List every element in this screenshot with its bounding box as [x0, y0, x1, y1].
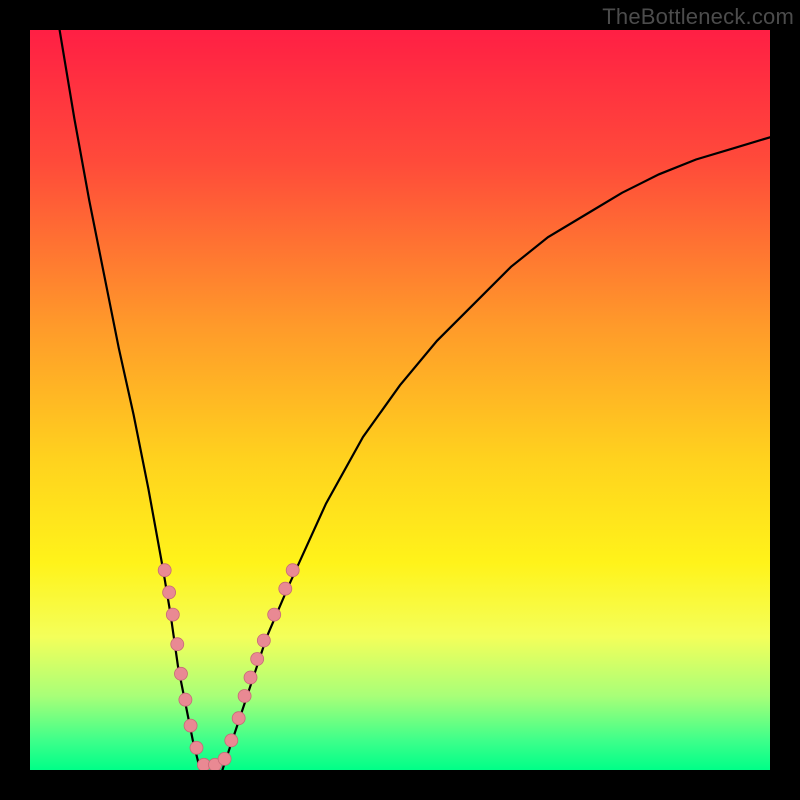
- curve-right-branch: [222, 137, 770, 770]
- marker-point: [179, 693, 192, 706]
- curve-left-branch: [60, 30, 201, 770]
- marker-point: [279, 582, 292, 595]
- marker-point: [184, 719, 197, 732]
- marker-point: [166, 608, 179, 621]
- marker-point: [286, 564, 299, 577]
- chart-svg: [30, 30, 770, 770]
- outer-frame: TheBottleneck.com: [0, 0, 800, 800]
- marker-point: [163, 586, 176, 599]
- marker-point: [251, 653, 264, 666]
- marker-group: [158, 564, 299, 770]
- marker-point: [174, 667, 187, 680]
- marker-point: [232, 712, 245, 725]
- marker-point: [158, 564, 171, 577]
- plot-area: [30, 30, 770, 770]
- marker-point: [268, 608, 281, 621]
- marker-point: [218, 752, 231, 765]
- marker-point: [244, 671, 257, 684]
- marker-point: [190, 741, 203, 754]
- marker-point: [225, 734, 238, 747]
- marker-point: [238, 690, 251, 703]
- marker-point: [257, 634, 270, 647]
- marker-point: [171, 638, 184, 651]
- watermark-text: TheBottleneck.com: [602, 4, 794, 30]
